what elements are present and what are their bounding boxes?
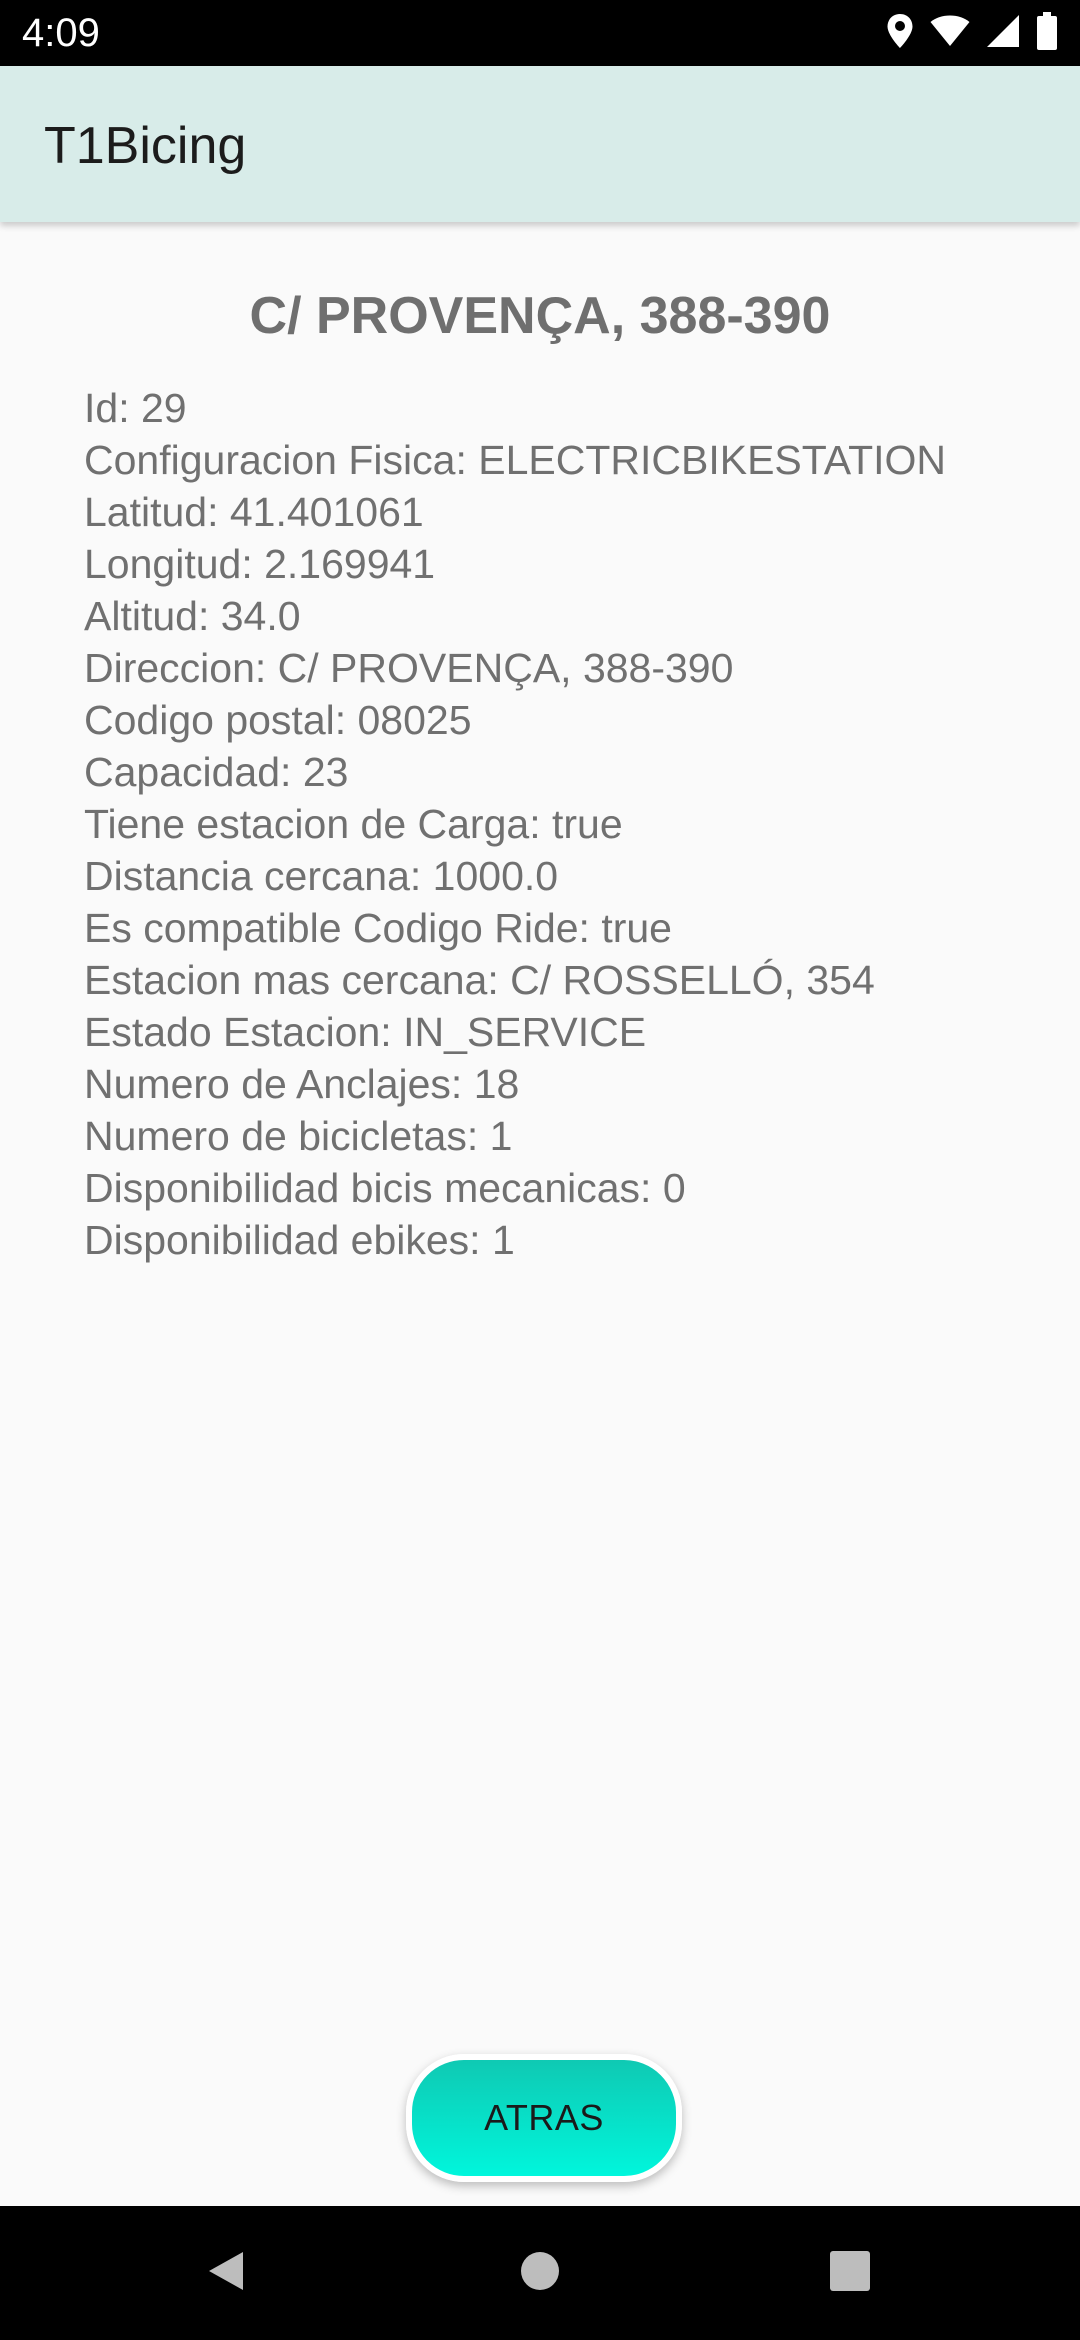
detail-estado-estacion: Estado Estacion: IN_SERVICE [84, 1009, 647, 1055]
navigation-bar [0, 2206, 1080, 2340]
detail-direccion: Direccion: C/ PROVENÇA, 388-390 [84, 645, 734, 691]
detail-numero-anclajes: Numero de Anclajes: 18 [84, 1061, 520, 1107]
app-title: T1Bicing [44, 117, 247, 175]
nav-home-button[interactable] [460, 2206, 620, 2340]
detail-latitud: Latitud: 41.401061 [84, 489, 424, 535]
back-button[interactable]: ATRAS [406, 2054, 682, 2182]
app-bar: T1Bicing [0, 66, 1080, 222]
nav-recents-button[interactable] [770, 2206, 930, 2340]
detail-altitud: Altitud: 34.0 [84, 593, 301, 639]
home-icon [519, 2250, 561, 2297]
wifi-icon [930, 15, 970, 52]
station-title: C/ PROVENÇA, 388-390 [249, 287, 831, 345]
back-icon [203, 2248, 249, 2299]
detail-codigo-ride: Es compatible Codigo Ride: true [84, 905, 672, 951]
detail-codigo-postal: Codigo postal: 08025 [84, 697, 472, 743]
station-details-list: Id: 29 Configuracion Fisica: ELECTRICBIK… [84, 382, 946, 1266]
detail-capacidad: Capacidad: 23 [84, 749, 349, 795]
detail-estacion-carga: Tiene estacion de Carga: true [84, 801, 623, 847]
detail-estacion-mas-cercana: Estacion mas cercana: C/ ROSSELLÓ, 354 [84, 957, 875, 1003]
status-time: 4:09 [22, 11, 100, 55]
location-icon [886, 13, 914, 54]
detail-longitud: Longitud: 2.169941 [84, 541, 436, 587]
status-icons [886, 11, 1058, 55]
detail-ebikes: Disponibilidad ebikes: 1 [84, 1217, 515, 1263]
detail-id: Id: 29 [84, 385, 187, 431]
battery-icon [1036, 11, 1058, 55]
detail-numero-bicicletas: Numero de bicicletas: 1 [84, 1113, 513, 1159]
recents-icon [829, 2250, 871, 2297]
detail-distancia-cercana: Distancia cercana: 1000.0 [84, 853, 559, 899]
signal-icon [986, 14, 1020, 53]
nav-back-button[interactable] [146, 2206, 306, 2340]
detail-bicis-mecanicas: Disponibilidad bicis mecanicas: 0 [84, 1165, 686, 1211]
status-bar: 4:09 [0, 0, 1080, 66]
detail-configuracion-fisica: Configuracion Fisica: ELECTRICBIKESTATIO… [84, 437, 947, 483]
